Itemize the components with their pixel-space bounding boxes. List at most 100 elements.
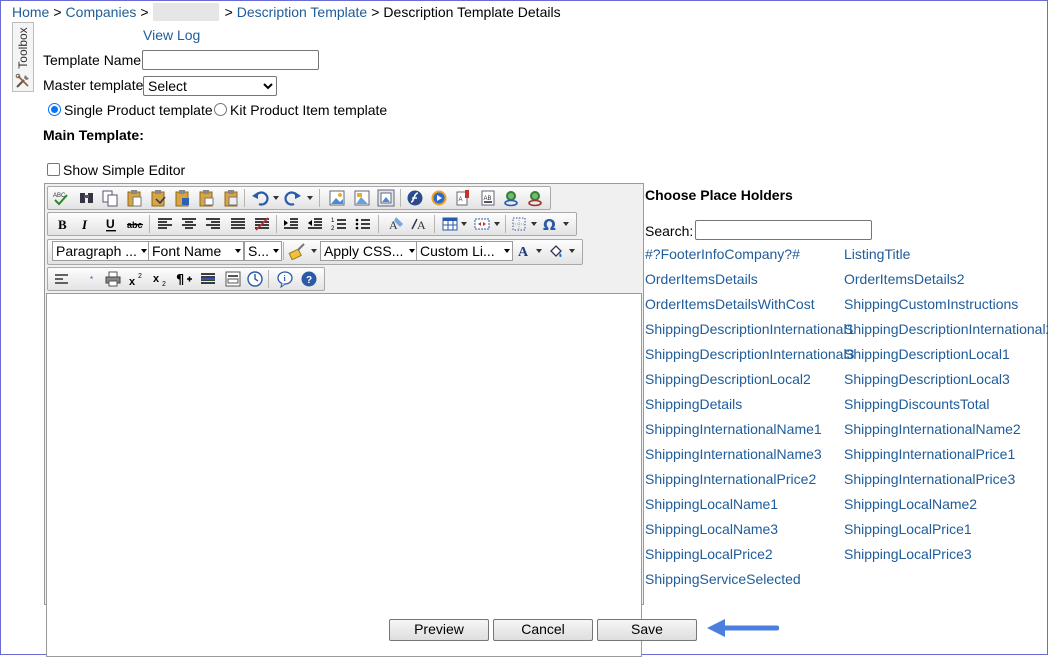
placeholder-item[interactable]: ShippingServiceSelected [645, 571, 801, 587]
single-product-radio[interactable] [48, 103, 61, 116]
paste-html-icon[interactable] [197, 189, 215, 207]
template-manager-icon[interactable]: A [454, 189, 472, 207]
paste-plain-icon[interactable] [222, 189, 240, 207]
placeholder-item[interactable]: ShippingCustomInstructions [844, 296, 1018, 312]
flash-manager-icon[interactable] [406, 189, 424, 207]
insert-table-dropdown-arrow[interactable] [461, 222, 467, 226]
custom-links-dropdown[interactable]: Custom Li... [416, 241, 513, 261]
placeholder-item[interactable]: ShippingInternationalPrice1 [844, 446, 1015, 462]
apply-css-dropdown[interactable]: Apply CSS... [320, 241, 418, 261]
toolbox-tab[interactable]: Toolbox [12, 22, 34, 92]
placeholder-item[interactable]: ShippingDescriptionInternational1 [645, 321, 854, 337]
subscript-icon[interactable]: x2 [151, 270, 169, 288]
placeholder-item[interactable]: ShippingDescriptionLocal1 [844, 346, 1010, 362]
placeholder-item[interactable]: ShippingInternationalPrice2 [645, 471, 816, 487]
bold-icon[interactable]: B [53, 215, 71, 233]
redo-icon[interactable] [284, 189, 302, 207]
show-simple-editor-checkbox[interactable] [47, 163, 60, 176]
placeholder-item[interactable]: ShippingDescriptionLocal2 [645, 371, 811, 387]
placeholder-item[interactable]: #?FooterInfoCompany?# [645, 246, 800, 262]
placeholder-item[interactable]: ShippingInternationalPrice3 [844, 471, 1015, 487]
font-color-dropdown-arrow[interactable] [536, 249, 542, 253]
horizontal-rule-icon[interactable] [199, 270, 217, 288]
cancel-button[interactable]: Cancel [493, 619, 593, 641]
superscript-icon[interactable]: x2 [127, 270, 145, 288]
preview-button[interactable]: Preview [389, 619, 489, 641]
insert-date-icon[interactable] [246, 270, 264, 288]
placeholder-search-input[interactable] [695, 220, 872, 240]
media-manager-icon[interactable] [430, 189, 448, 207]
template-name-input[interactable] [142, 50, 319, 70]
view-log-link[interactable]: View Log [143, 27, 200, 43]
insert-snippet-icon[interactable]: AB [479, 189, 497, 207]
placeholder-item[interactable]: ShippingDescriptionLocal3 [844, 371, 1010, 387]
outdent-icon[interactable] [306, 215, 324, 233]
placeholder-item[interactable]: ListingTitle [844, 246, 910, 262]
placeholder-item[interactable]: ShippingDescriptionInternational2 [844, 321, 1048, 337]
image-map-icon[interactable] [353, 189, 371, 207]
breadcrumb-description-template[interactable]: Description Template [237, 4, 367, 20]
save-button[interactable]: Save [597, 619, 697, 641]
placeholder-item[interactable]: ShippingLocalName3 [645, 521, 778, 537]
special-characters-icon[interactable]: Ω [541, 215, 559, 234]
borders-icon[interactable] [510, 215, 528, 233]
align-left-icon[interactable] [156, 215, 174, 233]
about-icon[interactable]: i [276, 270, 294, 289]
spellcheck-icon[interactable]: ABC [52, 189, 70, 207]
insert-element-icon[interactable] [473, 215, 491, 233]
special-characters-dropdown-arrow[interactable] [563, 222, 569, 226]
breadcrumb-redacted-company[interactable] [152, 3, 219, 21]
find-icon[interactable] [78, 189, 96, 207]
asterisk-icon[interactable]: * [84, 270, 102, 288]
strikethrough-icon[interactable]: abc [126, 215, 144, 233]
master-template-select[interactable]: Select [143, 76, 277, 96]
insert-table-icon[interactable] [441, 215, 459, 233]
placeholder-item[interactable]: ShippingLocalName1 [645, 496, 778, 512]
format-stripper-icon[interactable]: A [387, 215, 405, 233]
remove-link-icon[interactable] [526, 189, 544, 207]
format-brush-icon[interactable] [288, 242, 306, 261]
background-color-dropdown-arrow[interactable] [569, 249, 575, 253]
placeholder-item[interactable]: ShippingLocalPrice2 [645, 546, 773, 562]
borders-dropdown-arrow[interactable] [531, 222, 537, 226]
bulleted-list-icon[interactable] [354, 215, 372, 233]
placeholder-item[interactable]: ShippingDiscountsTotal [844, 396, 990, 412]
editor-content-area[interactable] [46, 293, 642, 657]
placeholder-item[interactable]: ShippingInternationalName2 [844, 421, 1021, 437]
undo-dropdown-arrow[interactable] [273, 196, 279, 200]
insert-form-icon[interactable] [224, 270, 242, 288]
placeholder-item[interactable]: ShippingDetails [645, 396, 742, 412]
placeholder-item[interactable]: ShippingDescriptionInternational3 [645, 346, 854, 362]
image-manager-icon[interactable] [328, 189, 346, 207]
paste-icon[interactable] [125, 189, 143, 207]
remove-alignment-icon[interactable] [253, 215, 271, 233]
numbered-list-icon[interactable]: 12 [330, 215, 348, 233]
print-icon[interactable] [104, 270, 122, 288]
placeholder-item[interactable]: OrderItemsDetailsWithCost [645, 296, 815, 312]
paste-text-icon[interactable] [149, 189, 167, 207]
paste-word-icon[interactable] [173, 189, 191, 207]
font-size-dropdown[interactable]: S... [244, 241, 282, 261]
align-right-icon[interactable] [204, 215, 222, 233]
document-manager-icon[interactable] [377, 189, 395, 207]
redo-dropdown-arrow[interactable] [307, 196, 313, 200]
placeholder-item[interactable]: ShippingLocalPrice1 [844, 521, 972, 537]
copy-icon[interactable] [101, 189, 119, 207]
breadcrumb-companies[interactable]: Companies [66, 4, 137, 20]
italic-icon[interactable]: I [76, 215, 94, 233]
breadcrumb-home[interactable]: Home [12, 4, 49, 20]
paragraph-align-icon[interactable] [53, 270, 71, 288]
kit-product-radio[interactable] [214, 103, 227, 116]
text-format-icon[interactable]: A [411, 215, 429, 233]
paragraph-dropdown[interactable]: Paragraph ... [52, 241, 150, 261]
placeholder-item[interactable]: ShippingLocalPrice3 [844, 546, 972, 562]
align-center-icon[interactable] [180, 215, 198, 233]
font-name-dropdown[interactable]: Font Name [148, 241, 244, 261]
placeholder-item[interactable]: ShippingInternationalName3 [645, 446, 822, 462]
background-color-icon[interactable] [547, 242, 565, 260]
placeholder-item[interactable]: OrderItemsDetails2 [844, 271, 965, 287]
help-icon[interactable]: ? [300, 270, 318, 288]
placeholder-item[interactable]: ShippingLocalName2 [844, 496, 977, 512]
indent-icon[interactable] [282, 215, 300, 233]
insert-element-dropdown-arrow[interactable] [494, 222, 500, 226]
